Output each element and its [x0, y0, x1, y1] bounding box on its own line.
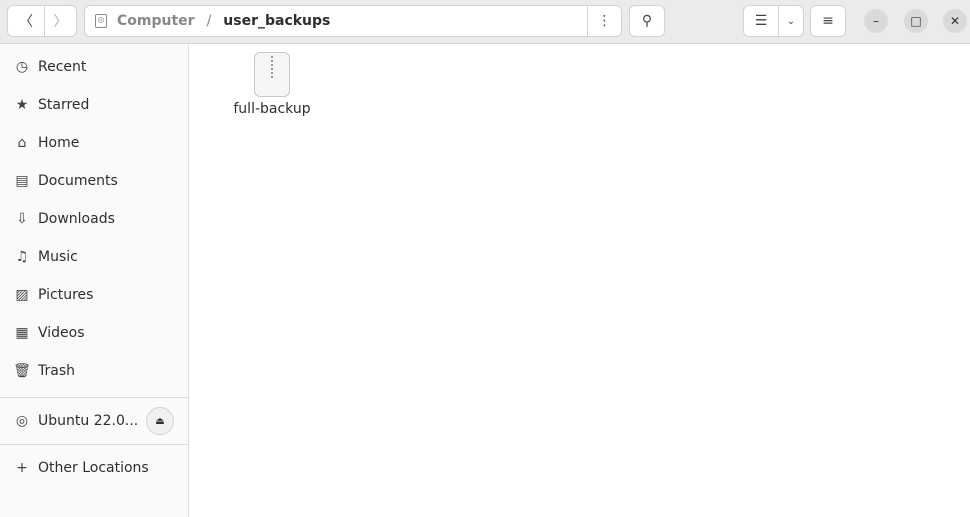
view-toggle-button[interactable]: ☰ [743, 5, 779, 37]
close-button[interactable]: ✕ [943, 9, 967, 33]
chevron-left-icon: 〈 [19, 14, 33, 30]
path-user-backups[interactable]: user_backups [223, 13, 330, 29]
sidebar-item-label: Ubuntu 22.0... [38, 413, 139, 429]
sidebar-item-ubuntu-drive[interactable]: ◎ Ubuntu 22.0... ⏏ [0, 398, 188, 444]
eject-button[interactable]: ⏏ [146, 407, 174, 435]
home-icon: ⌂ [17, 135, 27, 151]
sidebar-item-label: Trash [38, 363, 75, 379]
maximize-icon: □ [910, 14, 922, 28]
minimize-button[interactable]: – [864, 9, 888, 33]
search-button[interactable]: ⚲ [629, 5, 665, 37]
eject-icon: ⏏ [155, 415, 165, 427]
hamburger-icon: ≡ [822, 13, 834, 29]
sidebar-item-label: Starred [38, 97, 90, 113]
sidebar-item-label: Videos [38, 325, 85, 341]
sidebar-item-label: Other Locations [38, 460, 149, 476]
clock-icon: ◷ [15, 59, 29, 75]
sidebar-item-label: Home [38, 135, 80, 151]
kebab-icon: ⋮ [597, 13, 612, 29]
sidebar-item-starred[interactable]: ★ Starred [0, 86, 188, 124]
view-options-button[interactable]: ⌄ [778, 5, 804, 37]
path-computer[interactable]: Computer [117, 13, 195, 29]
plus-icon: + [16, 460, 28, 476]
sidebar-item-documents[interactable]: ▤ Documents [0, 162, 188, 200]
sidebar-item-recent[interactable]: ◷ Recent [0, 48, 188, 86]
chevron-right-icon: 〉 [53, 14, 68, 30]
path-menu-button[interactable]: ⋮ [587, 5, 622, 37]
file-name: full-backup [233, 101, 311, 117]
search-icon: ⚲ [641, 13, 653, 29]
disc-icon: ◎ [15, 413, 29, 429]
video-icon: ▦ [15, 325, 29, 341]
list-view-icon: ☰ [754, 13, 768, 29]
maximize-button[interactable]: □ [904, 9, 928, 33]
music-icon: ♫ [15, 249, 29, 265]
sidebar-item-music[interactable]: ♫ Music [0, 238, 188, 276]
download-icon: ⇩ [16, 211, 28, 227]
main-menu-button[interactable]: ≡ [810, 5, 846, 37]
document-icon: ▤ [15, 173, 29, 189]
sidebar-item-pictures[interactable]: ▨ Pictures [0, 276, 188, 314]
sidebar-item-downloads[interactable]: ⇩ Downloads [0, 200, 188, 238]
close-icon: ✕ [949, 14, 961, 28]
chevron-down-icon: ⌄ [786, 15, 796, 27]
path-bar: ◎ Computer / user_backups [84, 5, 588, 37]
file-view: full-backup [190, 45, 970, 517]
sidebar-item-other-locations[interactable]: + Other Locations [0, 445, 188, 491]
sidebar: ◷ Recent ★ Starred ⌂ Home ▤ Documents ⇩ Downloads… [0, 45, 189, 517]
star-icon: ★ [15, 97, 29, 113]
back-button[interactable]: 〈 [7, 5, 45, 37]
sidebar-item-home[interactable]: ⌂ Home [0, 124, 188, 162]
sidebar-item-label: Music [38, 249, 78, 265]
sidebar-item-videos[interactable]: ▦ Videos [0, 314, 188, 352]
trash-icon: 🗑 [13, 363, 31, 379]
disk-icon: ◎ [95, 14, 107, 28]
sidebar-item-label: Pictures [38, 287, 94, 303]
minimize-icon: – [873, 14, 879, 28]
picture-icon: ▨ [15, 287, 29, 303]
zip-archive-icon [254, 52, 290, 97]
forward-button[interactable]: 〉 [44, 5, 77, 37]
sidebar-item-label: Documents [38, 173, 118, 189]
sidebar-item-label: Recent [38, 59, 87, 75]
header-bar: 〈 〉 ◎ Computer / user_backups ⋮ ⚲ ☰ ⌄ ≡ … [0, 0, 970, 44]
sidebar-item-trash[interactable]: 🗑 Trash [0, 352, 188, 390]
path-separator: / [206, 13, 212, 29]
sidebar-item-label: Downloads [38, 211, 115, 227]
file-item-full-backup[interactable]: full-backup [226, 52, 318, 117]
